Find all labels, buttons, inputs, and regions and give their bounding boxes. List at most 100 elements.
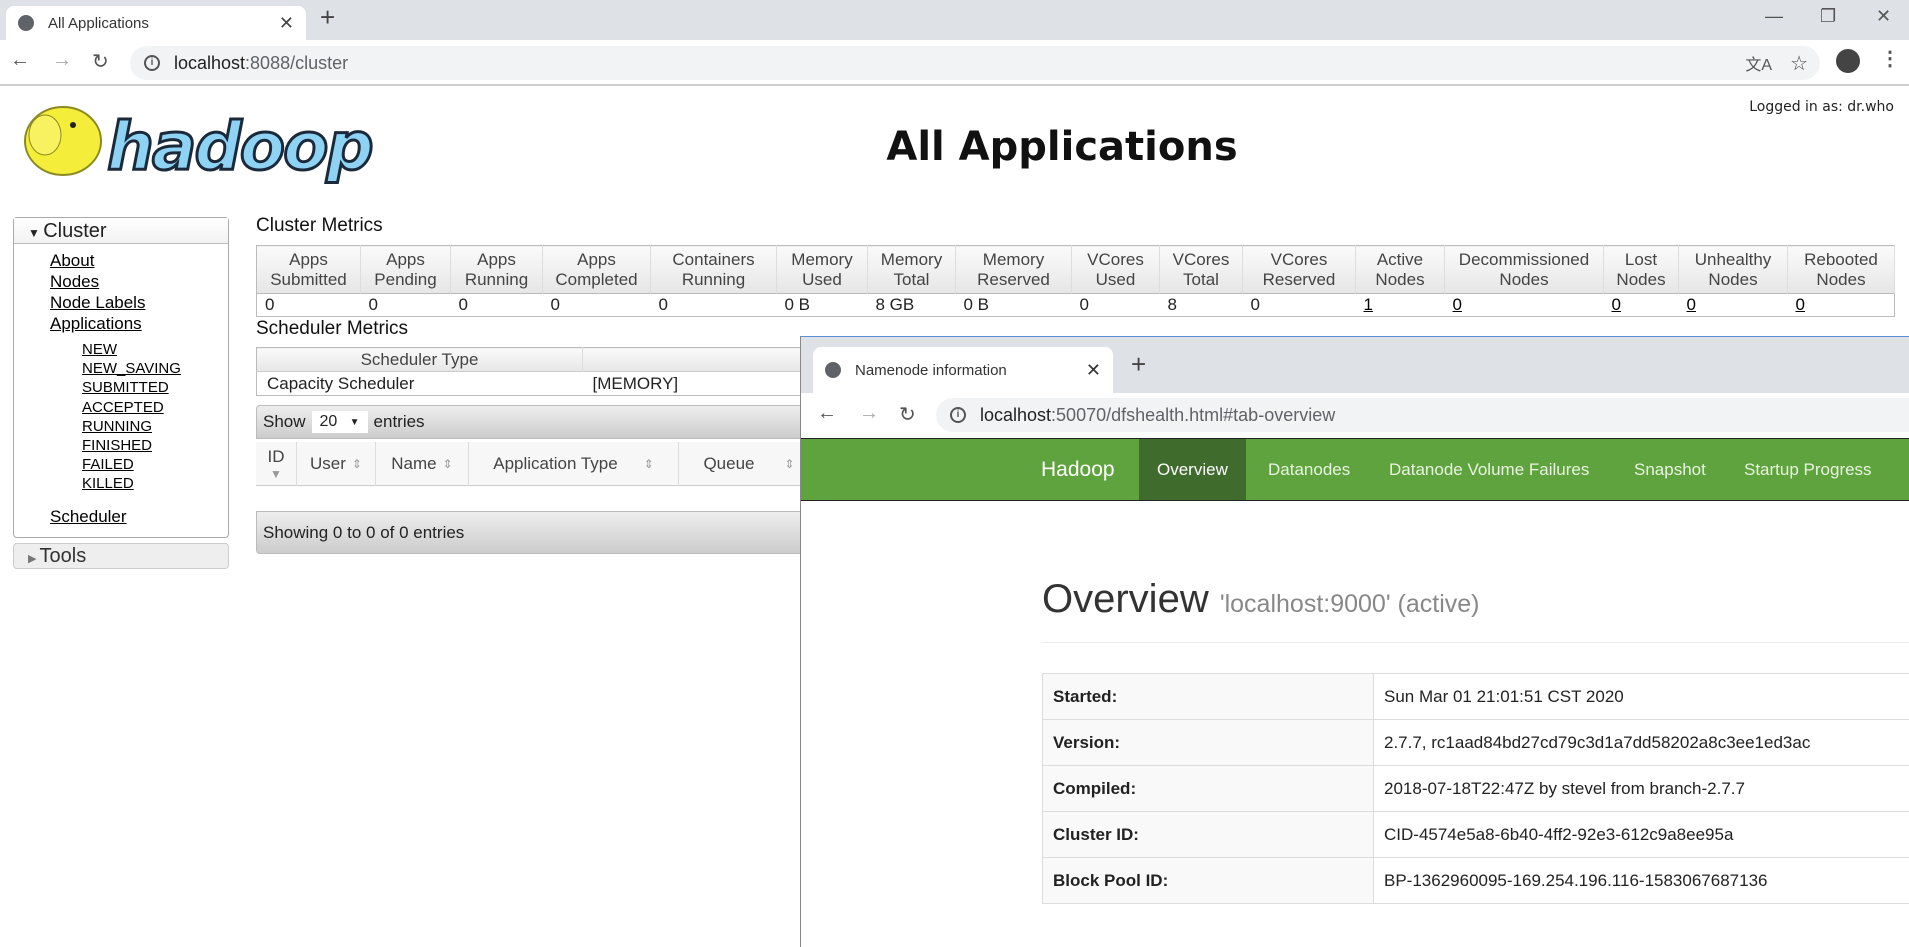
- state-submitted[interactable]: SUBMITTED: [82, 379, 169, 396]
- state-accepted[interactable]: ACCEPTED: [82, 399, 164, 416]
- show-label: Show: [263, 412, 306, 431]
- metric-value: 0: [1603, 293, 1679, 317]
- metric-header: Memory Total: [867, 245, 956, 294]
- sidebar-link-applications[interactable]: Applications: [50, 314, 142, 333]
- sidebar-tools-toggle[interactable]: ▶ Tools: [13, 543, 229, 569]
- metric-header-line: Decommissioned: [1458, 249, 1590, 269]
- address-bar: ← → ↻ i localhost:50070/dfshealth.html#t…: [801, 393, 1909, 438]
- metric-header-line: Nodes: [1708, 269, 1758, 289]
- nav-datanode-volume-failures[interactable]: Datanode Volume Failures: [1389, 439, 1589, 500]
- metric-header-line: Pending: [374, 269, 437, 289]
- browser-tab[interactable]: All Applications ✕: [6, 6, 306, 40]
- tools-label: Tools: [39, 545, 87, 567]
- forward-icon[interactable]: →: [52, 49, 72, 72]
- forward-icon[interactable]: →: [859, 402, 879, 425]
- sidebar-link-nodes[interactable]: Nodes: [50, 272, 99, 291]
- metric-header-line: Used: [802, 269, 842, 289]
- nav-snapshot[interactable]: Snapshot: [1634, 439, 1706, 500]
- metric-header-line: Total: [1183, 269, 1219, 289]
- metric-value: 8 GB: [867, 293, 956, 317]
- metric-value: 0: [1242, 293, 1356, 317]
- metric-value: 1: [1355, 293, 1445, 317]
- metric-value: 0: [450, 293, 543, 317]
- globe-icon: [18, 15, 34, 31]
- state-new-saving[interactable]: NEW_SAVING: [82, 360, 181, 377]
- info-value: Sun Mar 01 21:01:51 CST 2020: [1373, 673, 1909, 720]
- back-icon[interactable]: ←: [817, 402, 837, 425]
- metric-header-line: Running: [464, 269, 529, 289]
- metric-header: Containers Running: [650, 245, 777, 294]
- translate-icon[interactable]: 文A: [1745, 51, 1772, 75]
- col-id[interactable]: ID ▼: [256, 442, 297, 486]
- col-user[interactable]: User ⇕: [297, 442, 376, 486]
- metric-link[interactable]: 0: [1687, 295, 1696, 314]
- close-tab-icon[interactable]: ✕: [279, 13, 294, 34]
- state-failed[interactable]: FAILED: [82, 456, 134, 473]
- info-icon[interactable]: i: [950, 407, 966, 423]
- metric-link[interactable]: 0: [1796, 295, 1805, 314]
- caret-down-icon: ▼: [28, 226, 44, 240]
- restore-button[interactable]: ❐: [1820, 6, 1836, 27]
- col-name[interactable]: Name ⇕: [376, 442, 469, 486]
- metric-header-line: Nodes: [1816, 269, 1866, 289]
- metric-header-line: Apps: [289, 249, 328, 269]
- metric-header-line: Apps: [386, 249, 425, 269]
- nav-datanodes[interactable]: Datanodes: [1268, 439, 1350, 500]
- state-running[interactable]: RUNNING: [82, 418, 152, 435]
- metric-header: Lost Nodes: [1603, 245, 1679, 294]
- metric-value: 8: [1159, 293, 1243, 317]
- sidebar-link-scheduler[interactable]: Scheduler: [50, 507, 127, 526]
- metric-header-line: Active: [1376, 249, 1424, 269]
- metric-value: 0: [650, 293, 777, 317]
- info-row: Version: 2.7.7, rc1aad84bd27cd79c3d1a7dd5…: [1042, 719, 1909, 766]
- close-window-button[interactable]: ✕: [1876, 6, 1891, 27]
- metric-link[interactable]: 0: [1612, 295, 1621, 314]
- sidebar-cluster-toggle[interactable]: ▼ Cluster: [14, 218, 228, 244]
- metric-value: 0 B: [955, 293, 1072, 317]
- sort-icon: ⇕: [784, 457, 795, 471]
- reload-icon[interactable]: ↻: [92, 49, 109, 74]
- url-host: localhost: [174, 52, 246, 73]
- profile-icon[interactable]: [1836, 49, 1860, 73]
- nav-startup-progress[interactable]: Startup Progress: [1744, 439, 1872, 500]
- url-path: :50070/dfshealth.html#tab-overview: [1051, 404, 1336, 425]
- metric-value: 0: [542, 293, 651, 317]
- metric-header: Apps Submitted: [256, 245, 361, 294]
- menu-icon[interactable]: ⋮: [1880, 46, 1900, 71]
- new-tab-button[interactable]: +: [320, 2, 335, 33]
- metric-header-line: Reserved: [1262, 269, 1336, 289]
- col-application-type[interactable]: Application Type ⇕: [469, 442, 679, 486]
- caret-right-icon: ▶: [28, 553, 40, 565]
- state-finished[interactable]: FINISHED: [82, 437, 152, 454]
- metric-link[interactable]: 1: [1364, 295, 1373, 314]
- info-value: 2018-07-18T22:47Z by stevel from branch-…: [1373, 765, 1909, 812]
- metric-value: 0: [1071, 293, 1160, 317]
- browser-tab[interactable]: Namenode information ✕: [813, 347, 1113, 393]
- sidebar-link-about[interactable]: About: [50, 251, 94, 270]
- sidebar-link-node-labels[interactable]: Node Labels: [50, 293, 145, 312]
- state-new[interactable]: NEW: [82, 341, 117, 358]
- nav-overview[interactable]: Overview: [1139, 439, 1246, 500]
- url-input[interactable]: i localhost:8088/cluster 文A ☆: [130, 46, 1820, 80]
- col-queue[interactable]: Queue ⇕: [679, 442, 819, 486]
- url-input[interactable]: i localhost:50070/dfshealth.html#tab-ove…: [936, 398, 1909, 432]
- url-path: :8088/cluster: [245, 52, 349, 73]
- metric-header-line: VCores: [1087, 249, 1144, 269]
- entries-select[interactable]: 20 ▼: [311, 411, 368, 433]
- state-killed[interactable]: KILLED: [82, 475, 134, 492]
- metric-link[interactable]: 0: [1453, 295, 1462, 314]
- logged-in-user: Logged in as: dr.who: [1749, 99, 1894, 115]
- scheduler-type-value: Capacity Scheduler: [256, 371, 583, 396]
- url-host: localhost: [980, 404, 1052, 425]
- metric-header-line: Completed: [555, 269, 638, 289]
- star-icon[interactable]: ☆: [1790, 51, 1808, 76]
- new-tab-button[interactable]: +: [1131, 349, 1146, 380]
- nav-brand[interactable]: Hadoop: [1041, 439, 1115, 500]
- minimize-button[interactable]: —: [1765, 6, 1783, 27]
- metric-header-line: Unhealthy: [1694, 249, 1772, 269]
- info-icon[interactable]: i: [144, 55, 160, 71]
- back-icon[interactable]: ←: [10, 49, 30, 72]
- sort-icon: ⇕: [351, 457, 362, 471]
- reload-icon[interactable]: ↻: [899, 402, 916, 427]
- close-tab-icon[interactable]: ✕: [1086, 360, 1101, 381]
